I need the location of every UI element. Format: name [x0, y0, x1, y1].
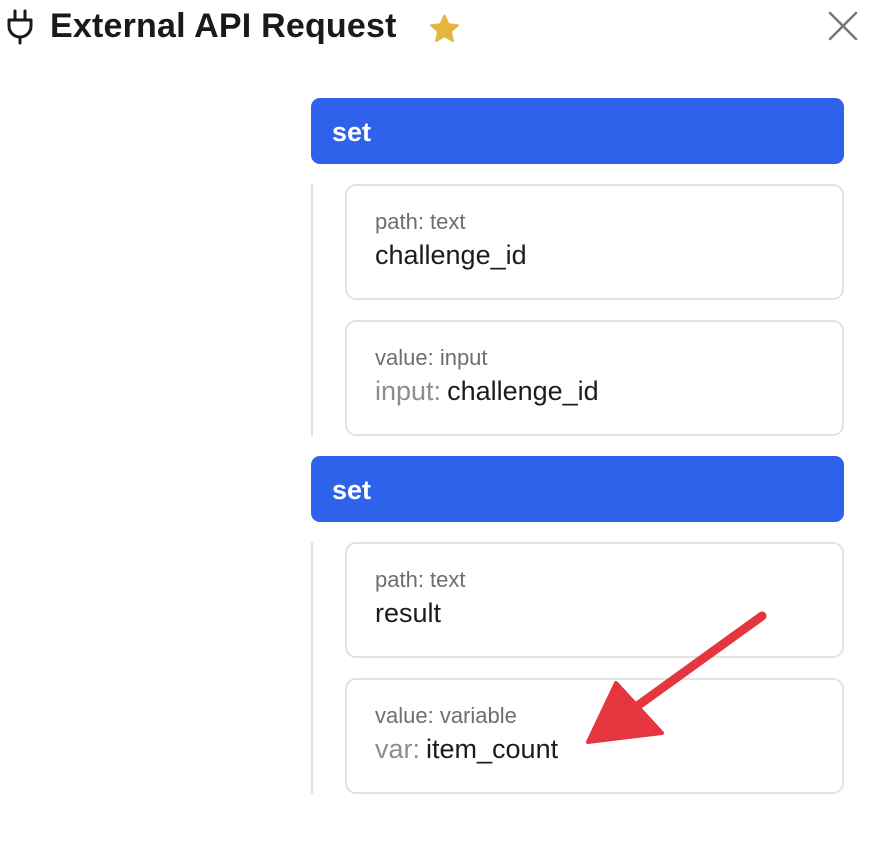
- set-block-header[interactable]: set: [311, 456, 844, 522]
- value-card[interactable]: value: input input: challenge_id: [345, 320, 844, 436]
- api-request-panel: External API Request set path: text chal…: [0, 0, 872, 856]
- value-card[interactable]: value: variable var: item_count: [345, 678, 844, 794]
- value-card-label: value: variable: [375, 703, 517, 728]
- star-icon[interactable]: [429, 14, 460, 43]
- value-card-value: var: item_count: [375, 734, 558, 765]
- path-card-value: result: [375, 598, 442, 628]
- value-prefix: var:: [375, 734, 421, 764]
- path-card[interactable]: path: text challenge_id: [345, 184, 844, 300]
- value-prefix: input:: [375, 376, 442, 406]
- block-connector-line: [311, 184, 313, 436]
- path-card-value: challenge_id: [375, 240, 527, 270]
- path-card-label: path: text: [375, 209, 466, 234]
- value-card-label: value: input: [375, 345, 488, 370]
- panel-header: External API Request: [0, 0, 872, 54]
- value-text: challenge_id: [447, 376, 599, 406]
- value-text: item_count: [426, 734, 559, 764]
- page-title: External API Request: [50, 7, 397, 45]
- set-block-header[interactable]: set: [311, 98, 844, 164]
- value-card-value: input: challenge_id: [375, 376, 599, 407]
- plug-icon: [7, 9, 33, 45]
- path-card[interactable]: path: text result: [345, 542, 844, 658]
- close-icon[interactable]: [826, 9, 860, 43]
- block-connector-line: [311, 542, 313, 794]
- path-card-label: path: text: [375, 567, 466, 592]
